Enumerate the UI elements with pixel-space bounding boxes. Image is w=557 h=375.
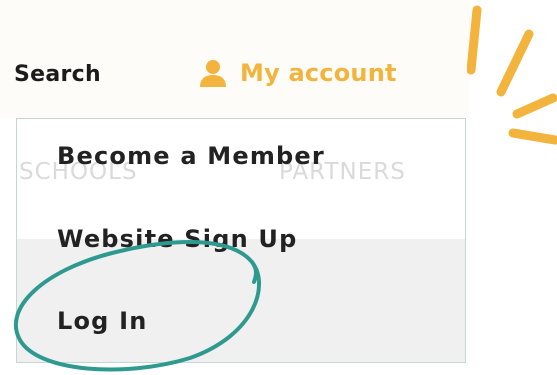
account-dropdown-menu: SCHOOLS PARTNERS Become a Member Website…: [16, 118, 466, 363]
website-sign-up-link[interactable]: Website Sign Up: [57, 225, 298, 253]
log-in-link[interactable]: Log In: [57, 307, 148, 335]
my-account-link[interactable]: My account: [198, 58, 397, 88]
become-a-member-link[interactable]: Become a Member: [57, 142, 325, 170]
dropdown-shade: [17, 239, 465, 362]
user-icon: [200, 60, 226, 87]
sparkle-decoration: [467, 5, 557, 145]
my-account-label: My account: [240, 59, 397, 87]
site-header: Search My account: [0, 0, 470, 118]
search-link[interactable]: Search: [14, 62, 101, 87]
